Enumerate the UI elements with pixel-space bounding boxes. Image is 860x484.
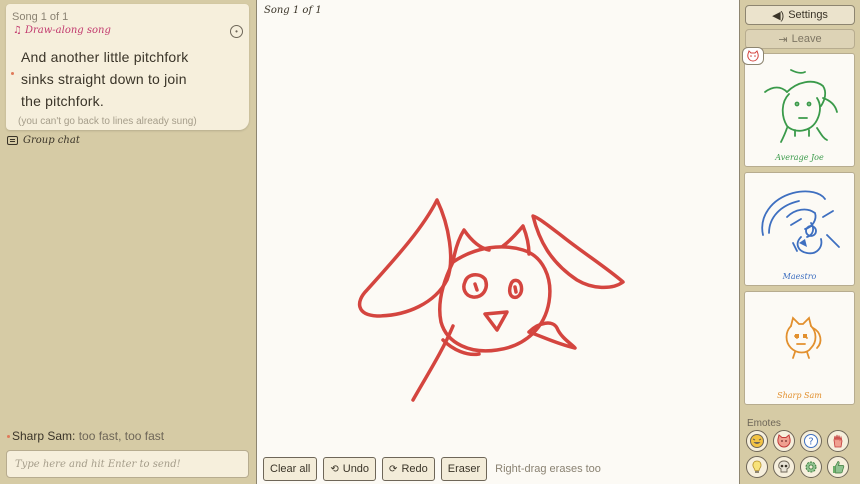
cat-face-icon[interactable] <box>773 430 795 452</box>
player-card[interactable]: Sharp Sam <box>744 291 855 405</box>
lyrics-text: And another little pitchfork sinks strai… <box>21 46 241 112</box>
player-card[interactable]: Average Joe <box>744 53 855 167</box>
chat-author: Sharp Sam <box>12 429 73 443</box>
redo-button[interactable]: ⟳ Redo <box>382 457 435 481</box>
gear-icon[interactable] <box>800 456 822 478</box>
player-name: Average Joe <box>775 153 824 162</box>
eraser-hint: Right-drag erases too <box>495 463 601 475</box>
chat-bubble-icon <box>7 136 18 145</box>
leave-button[interactable]: ⇥ Leave <box>745 29 855 49</box>
question-icon[interactable]: ? <box>800 430 822 452</box>
exit-icon: ⇥ <box>778 33 788 46</box>
emote-grid: ? <box>746 430 858 478</box>
drawing-canvas[interactable]: Song 1 of 1 Clear all ⟲ Undo ⟳ Redo Eras… <box>256 0 740 484</box>
lyrics-hint: (you can't go back to lines already sung… <box>18 116 197 127</box>
player-drawing-thumbnail <box>785 316 822 359</box>
redo-icon: ⟳ <box>389 463 398 475</box>
lyric-line: sinks straight down to join <box>21 71 187 87</box>
clear-all-label: Clear all <box>270 463 311 475</box>
eraser-label: Eraser <box>447 463 481 475</box>
speaker-icon: ◀) <box>772 9 785 22</box>
undo-label: Undo <box>342 463 370 475</box>
host-badge-icon <box>742 47 764 65</box>
left-panel: Song 1 of 1 ♫ Draw-along song • And anoth… <box>0 0 255 484</box>
player-drawing-thumbnail <box>764 69 838 143</box>
player-name: Sharp Sam <box>777 391 822 400</box>
music-note-icon: ♫ <box>13 25 22 36</box>
song-counter: Song 1 of 1 <box>12 11 69 23</box>
skull-icon[interactable] <box>773 456 795 478</box>
player-drawing-thumbnail <box>761 190 840 255</box>
player-card[interactable]: Maestro <box>744 172 855 286</box>
current-line-marker <box>11 72 14 75</box>
settings-label: Settings <box>788 9 828 21</box>
player-name: Maestro <box>782 272 817 281</box>
raised-hand-icon[interactable] <box>827 430 849 452</box>
undo-button[interactable]: ⟲ Undo <box>323 457 377 481</box>
drawing-toolbar: Clear all ⟲ Undo ⟳ Redo Eraser Right-drag … <box>263 457 601 481</box>
chat-text: too fast, too fast <box>75 429 165 443</box>
right-panel: ◀) Settings ⇥ Leave Average Joe Maestro … <box>740 0 860 484</box>
redo-label: Redo <box>401 463 428 475</box>
info-icon[interactable]: • <box>230 25 243 38</box>
lightbulb-icon[interactable] <box>746 456 768 478</box>
song-mode-text: Draw-along song <box>24 25 111 36</box>
emotes-label: Emotes <box>747 418 781 429</box>
svg-text:?: ? <box>808 437 813 448</box>
message-dot <box>7 435 10 439</box>
lyric-line: And another little pitchfork <box>21 49 189 65</box>
group-chat-title: Group chat <box>23 135 80 146</box>
clear-all-button[interactable]: Clear all <box>263 457 318 481</box>
eraser-button[interactable]: Eraser <box>440 457 488 481</box>
thumbs-up-icon[interactable] <box>827 456 849 478</box>
drawing-strokes <box>357 198 625 402</box>
chat-input[interactable] <box>6 450 249 478</box>
group-chat-header: Group chat <box>7 135 80 146</box>
song-lyrics-card: Song 1 of 1 ♫ Draw-along song • And anoth… <box>6 4 249 130</box>
settings-button[interactable]: ◀) Settings <box>745 5 855 25</box>
song-mode-label: ♫ Draw-along song <box>13 25 111 36</box>
laugh-icon[interactable] <box>746 430 768 452</box>
leave-label: Leave <box>791 33 822 45</box>
lyric-line: the pitchfork. <box>21 93 104 109</box>
undo-icon: ⟲ <box>330 463 339 475</box>
chat-message: Sharp Sam: too fast, too fast <box>7 429 164 443</box>
